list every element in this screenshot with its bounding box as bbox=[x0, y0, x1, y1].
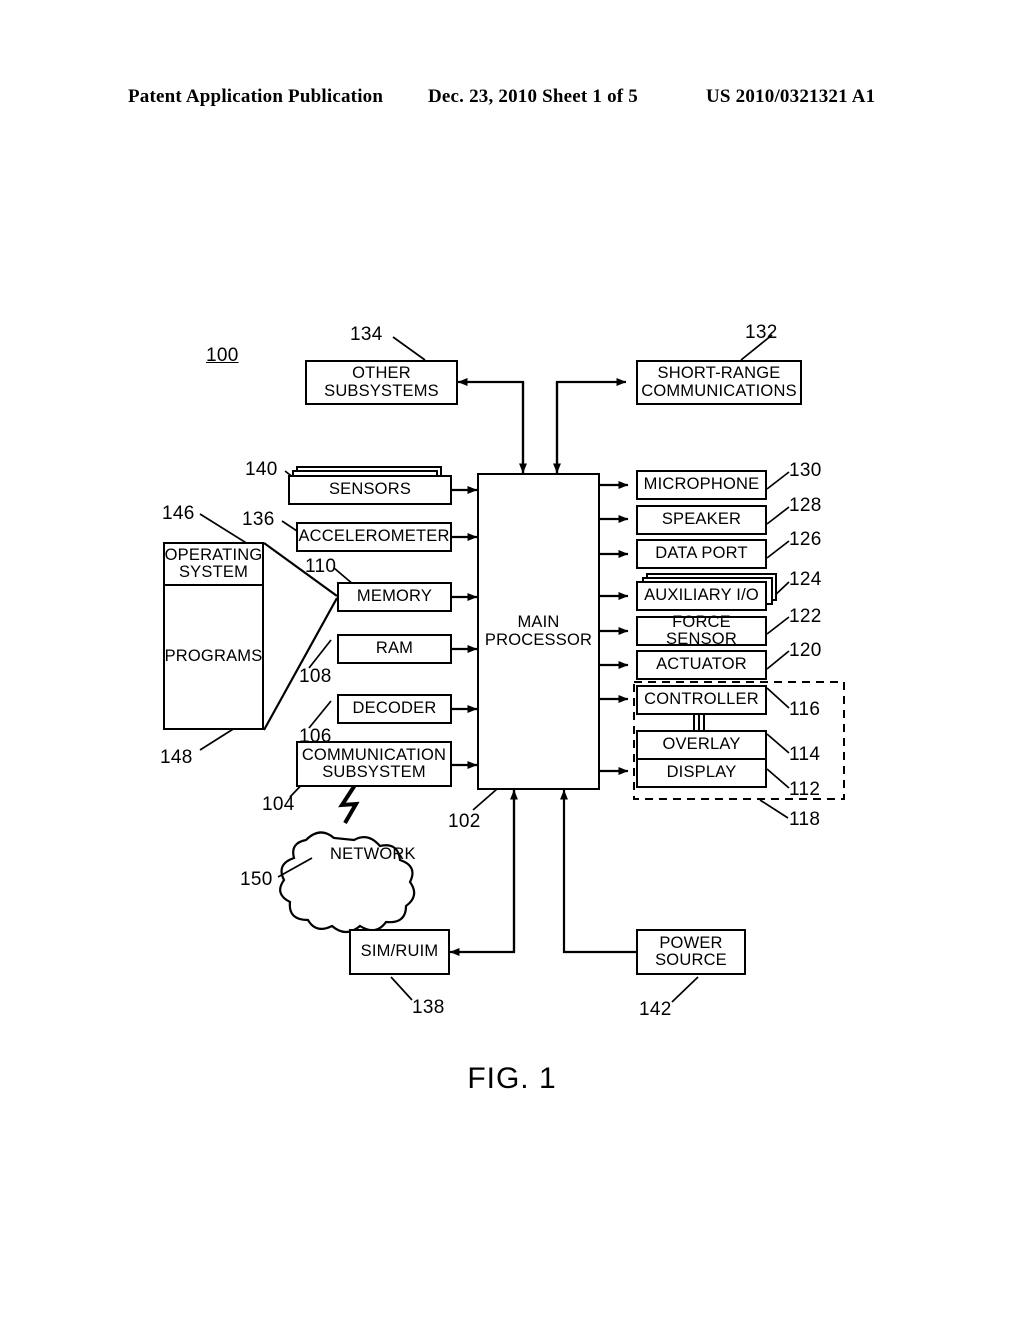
controller-label: CONTROLLER bbox=[644, 690, 759, 709]
data-port-label: DATA PORT bbox=[655, 544, 748, 563]
network-cloud-label: NETWORK bbox=[330, 845, 416, 863]
block-programs[interactable]: PROGRAMS bbox=[163, 584, 264, 730]
block-accelerometer[interactable]: ACCELEROMETER bbox=[296, 522, 452, 552]
block-auxiliary-io[interactable]: AUXILIARY I/O bbox=[636, 581, 767, 611]
ref-134: 134 bbox=[350, 324, 383, 345]
power-source-line2: SOURCE bbox=[655, 951, 727, 969]
ref-100-system: 100 bbox=[206, 345, 239, 366]
ref-104: 104 bbox=[262, 794, 295, 815]
power-source-line1: POWER bbox=[659, 933, 723, 952]
ref-148: 148 bbox=[160, 747, 193, 768]
block-overlay[interactable]: OVERLAY bbox=[636, 730, 767, 760]
sim-ruim-label: SIM/RUIM bbox=[360, 942, 439, 961]
main-processor-line2: PROCESSOR bbox=[484, 630, 593, 649]
block-power-source[interactable]: POWER SOURCE bbox=[636, 929, 746, 975]
block-other-subsystems[interactable]: OTHER SUBSYSTEMS bbox=[305, 360, 458, 405]
memory-label: MEMORY bbox=[356, 587, 433, 606]
block-sim-ruim[interactable]: SIM/RUIM bbox=[349, 929, 450, 975]
block-force-sensor[interactable]: FORCE SENSOR bbox=[636, 612, 767, 648]
block-microphone[interactable]: MICROPHONE bbox=[636, 470, 767, 500]
overlay-label: OVERLAY bbox=[662, 735, 741, 754]
decoder-label: DECODER bbox=[352, 699, 437, 718]
ref-140: 140 bbox=[245, 459, 278, 480]
ref-118: 118 bbox=[789, 809, 821, 830]
block-data-port[interactable]: DATA PORT bbox=[636, 539, 767, 569]
operating-system-line2: SYSTEM bbox=[178, 563, 249, 581]
other-subsystems-line1: OTHER bbox=[352, 364, 411, 383]
block-decoder[interactable]: DECODER bbox=[337, 694, 452, 724]
block-short-range-communications[interactable]: SHORT-RANGE COMMUNICATIONS bbox=[636, 360, 802, 405]
ref-142: 142 bbox=[639, 999, 672, 1020]
block-actuator[interactable]: ACTUATOR bbox=[636, 650, 767, 680]
ref-128: 128 bbox=[789, 495, 822, 516]
main-processor-line1: MAIN bbox=[517, 613, 560, 632]
ref-112: 112 bbox=[789, 779, 821, 800]
ref-150: 150 bbox=[240, 869, 273, 890]
figure-1-block-diagram: 100 OTHER SUBSYSTEMS 134 SHORT-RANGE COM… bbox=[0, 0, 1024, 1320]
actuator-label: ACTUATOR bbox=[656, 655, 747, 674]
force-sensor-label: FORCE SENSOR bbox=[666, 612, 737, 648]
block-main-processor[interactable]: MAIN PROCESSOR bbox=[477, 473, 600, 790]
ref-130: 130 bbox=[789, 460, 822, 481]
ref-110: 110 bbox=[305, 556, 337, 577]
block-communication-subsystem[interactable]: COMMUNICATION SUBSYSTEM bbox=[296, 741, 452, 787]
ref-120: 120 bbox=[789, 640, 822, 661]
block-ram[interactable]: RAM bbox=[337, 634, 452, 664]
ref-124: 124 bbox=[789, 569, 822, 590]
display-label: DISPLAY bbox=[666, 763, 737, 782]
programs-label: PROGRAMS bbox=[164, 647, 263, 666]
accelerometer-label: ACCELEROMETER bbox=[298, 527, 450, 546]
auxiliary-io-label: AUXILIARY I/O bbox=[644, 586, 759, 605]
figure-caption: FIG. 1 bbox=[467, 1062, 557, 1095]
block-operating-system[interactable]: OPERATING SYSTEM bbox=[163, 542, 264, 586]
ref-138: 138 bbox=[412, 997, 445, 1018]
ram-label: RAM bbox=[375, 639, 414, 658]
short-range-line1: SHORT-RANGE bbox=[657, 364, 781, 383]
ref-114: 114 bbox=[789, 744, 821, 765]
block-memory[interactable]: MEMORY bbox=[337, 582, 452, 612]
communication-subsystem-line1: COMMUNICATION bbox=[301, 745, 447, 764]
block-controller[interactable]: CONTROLLER bbox=[636, 685, 767, 715]
ref-102: 102 bbox=[448, 811, 481, 832]
operating-system-line1: OPERATING bbox=[164, 545, 263, 564]
block-speaker[interactable]: SPEAKER bbox=[636, 505, 767, 535]
ref-108: 108 bbox=[299, 666, 332, 687]
ref-122: 122 bbox=[789, 606, 822, 627]
short-range-line2: COMMUNICATIONS bbox=[641, 381, 797, 400]
sensors-label: SENSORS bbox=[328, 480, 412, 499]
communication-subsystem-line2: SUBSYSTEM bbox=[322, 763, 426, 781]
speaker-label: SPEAKER bbox=[661, 510, 742, 529]
ref-136: 136 bbox=[242, 509, 275, 530]
microphone-label: MICROPHONE bbox=[643, 475, 760, 494]
block-display[interactable]: DISPLAY bbox=[636, 758, 767, 788]
ref-116: 116 bbox=[789, 699, 821, 720]
ref-126: 126 bbox=[789, 529, 822, 550]
other-subsystems-line2: SUBSYSTEMS bbox=[324, 381, 439, 400]
ref-146: 146 bbox=[162, 503, 195, 524]
ref-132: 132 bbox=[745, 322, 778, 343]
block-sensors[interactable]: SENSORS bbox=[288, 475, 452, 505]
